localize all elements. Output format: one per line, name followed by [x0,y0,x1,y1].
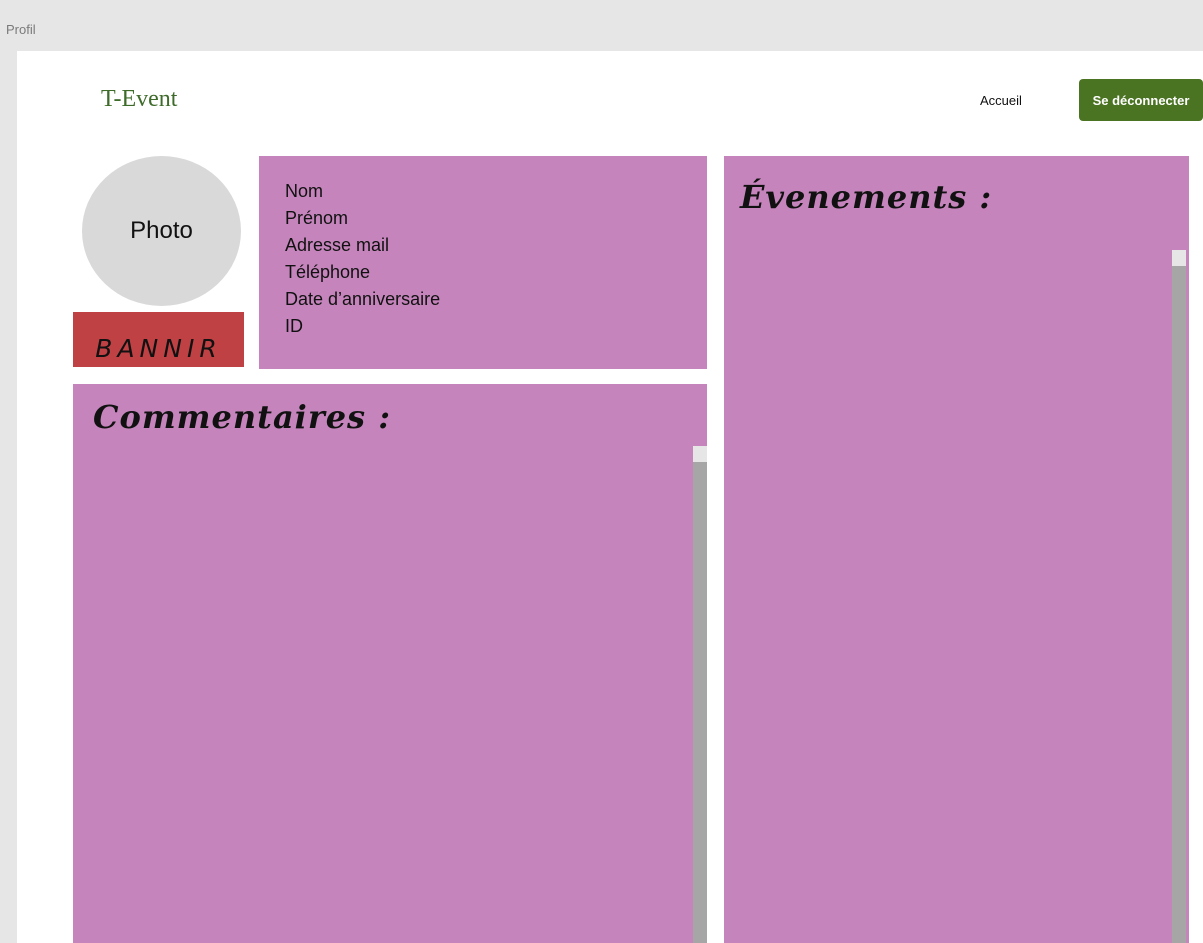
events-title: Évenements : [740,178,993,216]
profile-page: T-Event Accueil Se déconnecter Photo BAN… [17,51,1203,943]
events-scroll-thumb[interactable] [1172,250,1186,266]
nav-link-accueil[interactable]: Accueil [980,93,1022,108]
comments-panel: Commentaires : [73,384,707,943]
profile-photo[interactable]: Photo [82,156,241,306]
field-id: ID [285,316,303,336]
field-nom: Nom [285,181,324,201]
field-email: Adresse mail [285,235,390,255]
events-scrollbar[interactable] [1172,250,1186,943]
comments-title: Commentaires : [93,398,392,436]
comments-scroll-thumb[interactable] [693,446,707,462]
field-telephone: Téléphone [285,262,371,282]
frame-label: Profil [6,22,36,37]
field-prenom: Prénom [285,208,349,228]
comments-scrollbar[interactable] [693,446,707,943]
user-info-panel: Nom Prénom Adresse mail Téléphone Date d… [259,156,707,369]
app-logo[interactable]: T-Event [101,86,177,113]
photo-label: Photo [130,217,193,244]
ban-button[interactable]: BANNIR [73,312,244,367]
logout-button[interactable]: Se déconnecter [1079,79,1203,121]
events-panel: Évenements : [724,156,1189,943]
field-birthday: Date d’anniversaire [285,289,441,309]
